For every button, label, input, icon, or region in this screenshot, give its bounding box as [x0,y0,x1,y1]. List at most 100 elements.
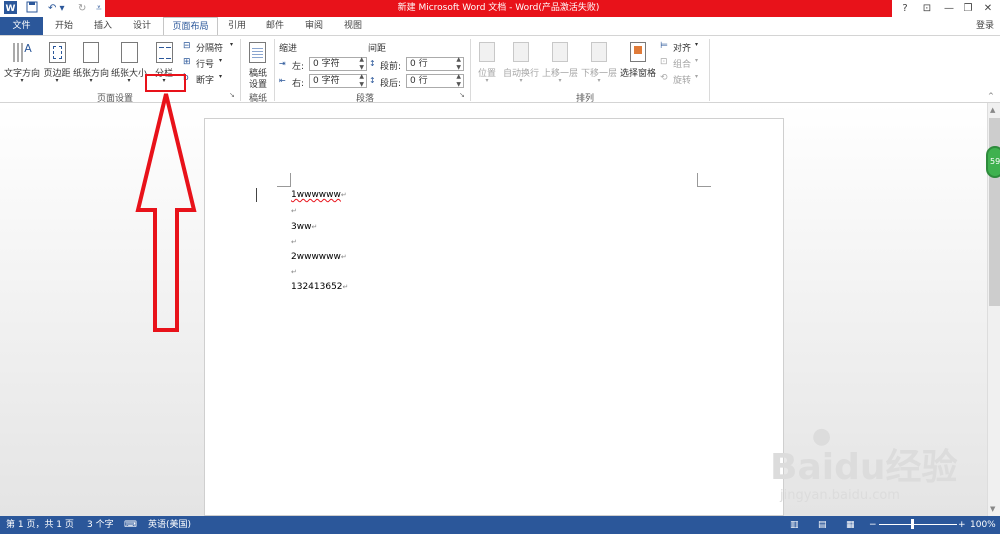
tab-references[interactable]: 引用 [218,17,256,35]
tab-insert[interactable]: 插入 [83,17,123,35]
send-backward-icon [591,42,607,62]
ribbon-separator [274,39,275,101]
spin-arrows-icon[interactable]: ▲ ▼ [359,56,364,72]
paper-size-button[interactable]: 纸张大小 ▾ [111,40,147,92]
redo-icon[interactable]: ↻ [78,1,90,16]
window-title: 新建 Microsoft Word 文档 - Word(产品激活失败) [105,0,892,17]
paw-icon: ● [812,424,832,449]
orientation-button[interactable]: 纸张方向 ▾ [72,40,110,92]
word-count[interactable]: 3 个字 [87,516,114,534]
ribbon-separator [470,39,471,101]
send-backward-button[interactable]: 下移一层 ▾ [580,40,618,90]
annotation-arrow-icon [135,93,197,332]
read-mode-icon[interactable]: ▥ [790,516,799,534]
spacing-after-input[interactable]: 0 行 ▲ ▼ [406,73,464,89]
text-direction-button[interactable]: A 文字方向 ▾ [3,40,41,92]
spacing-after-icon: ↕ [369,76,376,85]
svg-text:A: A [24,42,32,55]
tab-design[interactable]: 设计 [123,17,161,35]
proofing-icon[interactable]: ⌨ [124,516,137,534]
document-line[interactable]: 132413652↵ [291,282,348,292]
group-icon: ⊡ [660,57,668,67]
paragraph-dialog-launcher-icon[interactable]: ↘ [459,91,465,99]
page-setup-dialog-launcher-icon[interactable]: ↘ [229,91,235,99]
indent-left-input[interactable]: 0 字符 ▲ ▼ [309,56,367,72]
orientation-icon [83,42,99,63]
scroll-up-icon[interactable]: ▲ [990,106,995,114]
close-button[interactable]: ✕ [977,0,999,17]
margins-button[interactable]: 页边距 ▾ [42,40,72,92]
customize-qat-icon[interactable]: ⩡ [96,1,104,16]
print-layout-icon[interactable]: ▤ [818,516,827,534]
rotate-button[interactable]: ⟲ 旋转 ▾ [660,73,705,86]
watermark-url: jingyan.baidu.com [780,488,900,503]
document-line[interactable]: 2wwwwww↵ [291,252,347,262]
scroll-down-icon[interactable]: ▼ [990,505,995,513]
ribbon-separator [709,39,710,101]
restore-button[interactable]: ❐ [957,0,979,17]
tab-review[interactable]: 审阅 [294,17,334,35]
document-line[interactable]: ↵ [291,237,297,247]
tab-view[interactable]: 视图 [334,17,372,35]
language-indicator[interactable]: 英语(美国) [148,516,191,534]
document-line[interactable]: ↵ [291,267,297,277]
margin-corner-mark [697,173,711,187]
spacing-before-input[interactable]: 0 行 ▲ ▼ [406,56,464,72]
position-icon [479,42,495,62]
bring-forward-button[interactable]: 上移一层 ▾ [541,40,579,90]
manuscript-settings-button[interactable]: 稿纸 设置 [244,40,272,90]
text-direction-icon: A [11,40,33,67]
line-numbers-button[interactable]: ⊞ 行号 ▾ [183,57,228,70]
manuscript-grid-icon [249,42,266,63]
selection-pane-icon [630,42,646,62]
spacing-label: 间距 [368,44,387,54]
help-button[interactable]: ? [894,0,916,17]
document-line[interactable]: 1wwwwww↵ [291,190,347,200]
ribbon-display-options-button[interactable]: ⊡ [916,0,938,17]
zoom-level[interactable]: 100% [970,516,996,534]
collapse-ribbon-icon[interactable]: ^ [988,92,994,100]
margins-icon [49,42,66,63]
tab-home[interactable]: 开始 [45,17,83,35]
ribbon-separator [240,39,241,101]
wrap-text-button[interactable]: 自动换行 ▾ [502,40,540,90]
selection-pane-button[interactable]: 选择窗格 [619,40,657,90]
page-count[interactable]: 第 1 页，共 1 页 [6,516,74,534]
rotate-icon: ⟲ [660,73,668,83]
align-icon: ⊨ [660,41,668,51]
margin-corner-mark [277,173,291,187]
breaks-button[interactable]: ⊟ 分隔符 ▾ [183,41,238,54]
columns-icon [156,42,173,63]
word-app-icon: W [4,1,18,16]
undo-icon[interactable]: ↶ ▾ [48,1,66,16]
zoom-out-button[interactable]: − [869,516,877,534]
position-button[interactable]: 位置 ▾ [474,40,500,90]
indent-label: 缩进 [279,44,298,54]
document-line[interactable]: ↵ [291,206,297,216]
tab-page-layout[interactable]: 页面布局 [163,17,218,35]
breaks-icon: ⊟ [183,41,191,51]
text-cursor [256,188,257,202]
spin-arrows-icon[interactable]: ▲ ▼ [456,73,461,89]
zoom-slider-track[interactable] [879,524,957,525]
svg-text:W: W [6,4,16,14]
spin-arrows-icon[interactable]: ▲ ▼ [359,73,364,89]
paper-size-icon [121,42,138,63]
group-button[interactable]: ⊡ 组合 ▾ [660,57,705,70]
tab-mailings[interactable]: 邮件 [256,17,294,35]
align-button[interactable]: ⊨ 对齐 ▾ [660,41,705,54]
hyphenation-button[interactable]: b 断字 ▾ [183,73,228,86]
sign-in-link[interactable]: 登录 [970,17,1000,35]
tab-file[interactable]: 文件 [0,17,43,35]
side-badge[interactable]: 59 [986,146,1000,178]
spin-arrows-icon[interactable]: ▲ ▼ [456,56,461,72]
zoom-in-button[interactable]: + [958,516,966,534]
web-layout-icon[interactable]: ▦ [846,516,855,534]
baidu-watermark: Baidu经验 [770,447,958,488]
indent-right-input[interactable]: 0 字符 ▲ ▼ [309,73,367,89]
document-line[interactable]: 3ww↵ [291,222,317,232]
indent-left-icon: ⇥ [279,59,286,68]
save-icon[interactable] [26,1,40,16]
zoom-slider-thumb[interactable] [911,519,914,529]
line-numbers-icon: ⊞ [183,57,191,67]
